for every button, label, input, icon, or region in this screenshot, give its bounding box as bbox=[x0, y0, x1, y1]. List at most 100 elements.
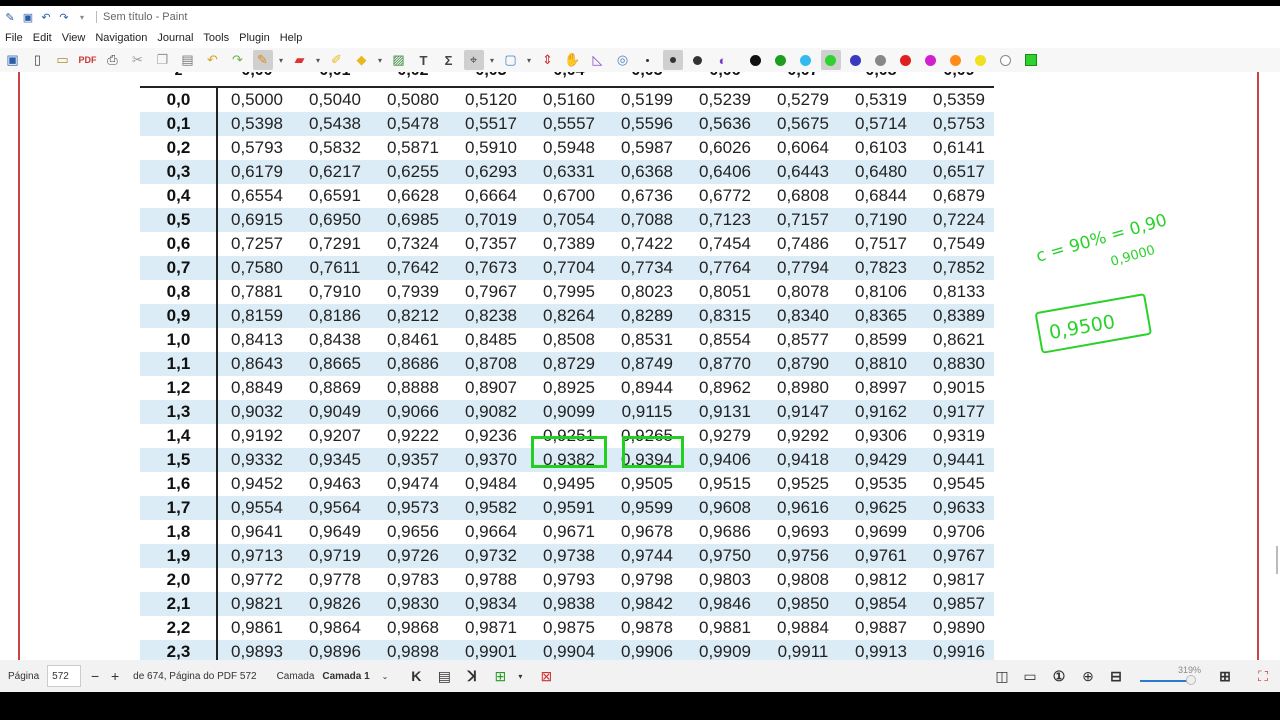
redo-icon[interactable]: ↷ bbox=[228, 50, 248, 70]
current-color-icon[interactable] bbox=[1021, 50, 1041, 70]
menu-view[interactable]: View bbox=[57, 32, 91, 44]
copy-icon[interactable]: ❐ bbox=[153, 50, 173, 70]
table-cell: 0,9881 bbox=[699, 618, 751, 637]
eraser-options-icon[interactable]: ▾ bbox=[313, 50, 323, 70]
add-layer-dropdown-icon[interactable]: ▾ bbox=[510, 666, 530, 686]
color-green-icon[interactable] bbox=[771, 50, 791, 70]
redo-icon[interactable]: ↷ bbox=[56, 9, 72, 25]
hand-tool-icon[interactable]: ✋ bbox=[563, 50, 583, 70]
select-options-icon[interactable]: ▾ bbox=[487, 50, 497, 70]
app-logo-icon[interactable]: ✎ bbox=[2, 9, 18, 25]
save-icon[interactable]: ▣ bbox=[20, 9, 36, 25]
table-cell: 0,8023 bbox=[621, 282, 673, 301]
color-gray-icon[interactable] bbox=[871, 50, 891, 70]
pen-size-thick-icon[interactable] bbox=[688, 50, 708, 70]
export-pdf-icon[interactable]: PDF bbox=[78, 50, 98, 70]
table-header-row: z0,000,010,020,030,040,050,060,070,080,0… bbox=[140, 72, 994, 82]
zoom-out-icon[interactable]: ⊟ bbox=[1106, 666, 1126, 686]
table-cell: 0,9515 bbox=[699, 474, 751, 493]
color-white-icon[interactable] bbox=[996, 50, 1016, 70]
cut-icon[interactable]: ✂ bbox=[128, 50, 148, 70]
pen-tool-icon[interactable]: ✎ bbox=[252, 50, 273, 70]
table-cell: 0,8888 bbox=[387, 378, 439, 397]
row-z-value: 2,3 bbox=[166, 642, 191, 660]
undo-icon[interactable]: ↶ bbox=[38, 9, 54, 25]
header-col: 0,05 bbox=[608, 72, 686, 80]
menu-tools[interactable]: Tools bbox=[198, 32, 234, 44]
color-lightgreen-icon[interactable] bbox=[820, 50, 841, 70]
page-increment-icon[interactable]: + bbox=[105, 666, 125, 686]
pen-options-icon[interactable]: ▾ bbox=[276, 50, 286, 70]
highlighter-icon[interactable]: ✐ bbox=[327, 50, 347, 70]
first-page-icon[interactable]: K bbox=[406, 666, 426, 686]
menu-navigation[interactable]: Navigation bbox=[90, 32, 152, 44]
table-cell: 0,9582 bbox=[465, 498, 517, 517]
vertical-scrollbar[interactable] bbox=[1276, 546, 1278, 574]
rect-options-icon[interactable]: ▾ bbox=[524, 50, 534, 70]
zoom-in-icon[interactable]: ⊞ bbox=[1215, 666, 1235, 686]
ruler-icon[interactable]: ◺ bbox=[588, 50, 608, 70]
color-orange-icon[interactable] bbox=[946, 50, 966, 70]
color-black-icon[interactable] bbox=[746, 50, 766, 70]
page-number-input[interactable]: 572 bbox=[47, 665, 82, 687]
layer-select[interactable]: Camada 1 bbox=[322, 671, 369, 682]
undo-icon[interactable]: ↶ bbox=[203, 50, 223, 70]
presentation-icon[interactable]: ▭ bbox=[1020, 666, 1040, 686]
shape-tool-icon[interactable]: ◆ bbox=[352, 50, 372, 70]
setsquare-icon[interactable]: ◎ bbox=[613, 50, 633, 70]
shape-options-icon[interactable]: ▾ bbox=[375, 50, 385, 70]
color-red-icon[interactable] bbox=[896, 50, 916, 70]
table-cell: 0,5120 bbox=[465, 90, 517, 109]
new-page-icon[interactable]: ▯ bbox=[28, 50, 48, 70]
table-cell: 0,9554 bbox=[231, 498, 283, 517]
zoom-fit-icon[interactable]: ⊕ bbox=[1078, 666, 1098, 686]
fullscreen-icon[interactable]: ⛶ bbox=[1253, 666, 1273, 686]
table-cell: 0,5675 bbox=[777, 114, 829, 133]
table-cell: 0,7123 bbox=[699, 210, 751, 229]
eraser-icon[interactable]: ▰ bbox=[290, 50, 310, 70]
image-icon[interactable]: ▨ bbox=[389, 50, 409, 70]
quick-access-menu-icon[interactable]: ▾ bbox=[74, 9, 90, 25]
save-icon[interactable]: ▣ bbox=[3, 50, 23, 70]
menu-plugin[interactable]: Plugin bbox=[234, 32, 275, 44]
menu-help[interactable]: Help bbox=[275, 32, 308, 44]
formula-icon[interactable]: Σ bbox=[439, 50, 459, 70]
color-lightblue-icon[interactable] bbox=[796, 50, 816, 70]
drawing-canvas[interactable]: z0,000,010,020,030,040,050,060,070,080,0… bbox=[0, 72, 1280, 660]
table-cell: 0,6664 bbox=[465, 186, 517, 205]
two-page-view-icon[interactable]: ◫ bbox=[992, 666, 1012, 686]
color-magenta-icon[interactable] bbox=[921, 50, 941, 70]
table-cell: 0,9525 bbox=[777, 474, 829, 493]
menu-journal[interactable]: Journal bbox=[152, 32, 198, 44]
menu-edit[interactable]: Edit bbox=[28, 32, 57, 44]
table-cell: 0,9686 bbox=[699, 522, 751, 541]
select-tool-icon[interactable]: ⌖ bbox=[463, 50, 484, 70]
table-cell: 0,6554 bbox=[231, 186, 283, 205]
pen-size-fine-icon[interactable] bbox=[638, 50, 658, 70]
row-z-value: 0,5 bbox=[166, 210, 191, 229]
open-icon[interactable]: ▭ bbox=[53, 50, 73, 70]
delete-layer-icon[interactable]: ⊠ bbox=[536, 666, 556, 686]
paste-icon[interactable]: ▤ bbox=[178, 50, 198, 70]
zoom-100-icon[interactable]: ① bbox=[1049, 666, 1069, 686]
row-z-value: 1,9 bbox=[166, 546, 191, 565]
rectangle-select-icon[interactable]: ▢ bbox=[501, 50, 521, 70]
table-row: 2,0 0,9772 0,9778 0,9783 0,9788 0,9793 0,9798 0… bbox=[140, 568, 994, 592]
page-right-border bbox=[1257, 72, 1259, 660]
text-tool-icon[interactable]: T bbox=[414, 50, 434, 70]
menu-file[interactable]: File bbox=[0, 32, 28, 44]
table-row: 1,8 0,9641 0,9649 0,9656 0,9664 0,9671 0,9678 0… bbox=[140, 520, 994, 544]
color-blue-icon[interactable] bbox=[846, 50, 866, 70]
fill-icon[interactable]: ◐ bbox=[713, 50, 733, 70]
page-decrement-icon[interactable]: − bbox=[85, 666, 105, 686]
table-cell: 0,9406 bbox=[699, 450, 751, 469]
vertical-space-icon[interactable]: ⇕ bbox=[538, 50, 558, 70]
pen-size-medium-icon[interactable] bbox=[662, 50, 683, 70]
layer-list-icon[interactable]: ▤ bbox=[434, 666, 454, 686]
last-page-icon[interactable]: ꓘ bbox=[462, 666, 482, 686]
add-layer-icon[interactable]: ⊞ bbox=[490, 666, 510, 686]
print-icon[interactable]: ⎙ bbox=[103, 50, 123, 70]
layer-dropdown-icon[interactable]: ⌄ bbox=[382, 672, 389, 681]
color-yellow-icon[interactable] bbox=[971, 50, 991, 70]
zoom-slider-handle[interactable] bbox=[1186, 675, 1196, 685]
